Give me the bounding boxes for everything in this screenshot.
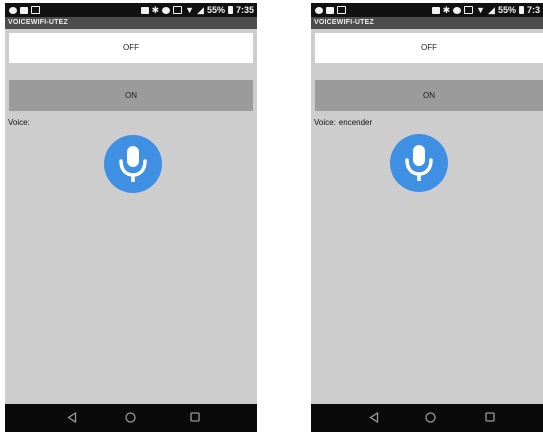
voice-label: Voice: xyxy=(8,118,30,127)
microphone-icon xyxy=(405,145,433,181)
home-circle-icon[interactable] xyxy=(125,412,136,423)
sync-icon xyxy=(453,6,462,14)
alarm-icon xyxy=(464,6,474,14)
status-notifications xyxy=(9,3,40,17)
status-bar: ✱ ▼ ◢ 55% 7:35 xyxy=(5,3,257,17)
status-system: ✱ ▼ ◢ 55% 7:35 xyxy=(140,3,254,17)
back-triangle-icon[interactable] xyxy=(67,412,77,423)
back-triangle-icon[interactable] xyxy=(369,412,379,423)
voice-label: Voice: xyxy=(314,118,336,127)
message-icon xyxy=(326,6,334,14)
gallery-icon xyxy=(337,6,346,14)
gallery-icon xyxy=(31,6,40,14)
off-button[interactable]: OFF xyxy=(9,33,253,63)
wifi-icon: ▼ xyxy=(185,5,195,15)
message-icon xyxy=(20,6,28,14)
app-title: VOICEWIFI-UTEZ xyxy=(5,17,257,29)
voice-value: encender xyxy=(338,118,373,127)
wifi-icon: ▼ xyxy=(476,5,486,15)
home-circle-icon[interactable] xyxy=(425,412,436,423)
battery-icon xyxy=(518,6,524,14)
recents-square-icon[interactable] xyxy=(485,412,495,422)
recents-square-icon[interactable] xyxy=(190,412,200,422)
app-title: VOICEWIFI-UTEZ xyxy=(311,17,543,29)
nfc-icon xyxy=(431,6,440,14)
status-time: 7:35 xyxy=(235,5,254,15)
notification-icon xyxy=(315,6,323,14)
status-time: 7:3 xyxy=(526,5,540,15)
microphone-icon xyxy=(119,146,147,182)
signal-icon: ◢ xyxy=(197,5,204,15)
on-button[interactable]: ON xyxy=(315,80,543,111)
voice-result: Voice: xyxy=(8,118,36,127)
status-bar: ✱ ▼ ◢ 55% 7:3 xyxy=(311,3,543,17)
sync-icon xyxy=(162,6,171,14)
on-button[interactable]: ON xyxy=(9,80,253,111)
nav-bar xyxy=(5,404,257,432)
mic-button[interactable] xyxy=(390,134,448,192)
battery-percent: 55% xyxy=(497,5,516,15)
nav-bar xyxy=(311,404,543,432)
nfc-icon xyxy=(140,6,149,14)
voice-result: Voice: encender xyxy=(314,118,375,127)
status-system: ✱ ▼ ◢ 55% 7:3 xyxy=(431,3,540,17)
bluetooth-icon: ✱ xyxy=(151,5,160,15)
signal-icon: ◢ xyxy=(488,5,495,15)
status-notifications xyxy=(315,3,346,17)
phone-screen-right: ✱ ▼ ◢ 55% 7:3 VOICEWIFI-UTEZ OFF ON Voic… xyxy=(311,3,543,432)
battery-icon xyxy=(227,6,233,14)
mic-button[interactable] xyxy=(104,135,162,193)
bluetooth-icon: ✱ xyxy=(442,5,451,15)
alarm-icon xyxy=(173,6,183,14)
battery-percent: 55% xyxy=(206,5,225,15)
notification-icon xyxy=(9,6,17,14)
off-button[interactable]: OFF xyxy=(315,33,543,63)
screenshot-stage: ✱ ▼ ◢ 55% 7:35 VOICEWIFI-UTEZ OFF ON Voi… xyxy=(0,0,543,432)
phone-screen-left: ✱ ▼ ◢ 55% 7:35 VOICEWIFI-UTEZ OFF ON Voi… xyxy=(5,3,257,432)
